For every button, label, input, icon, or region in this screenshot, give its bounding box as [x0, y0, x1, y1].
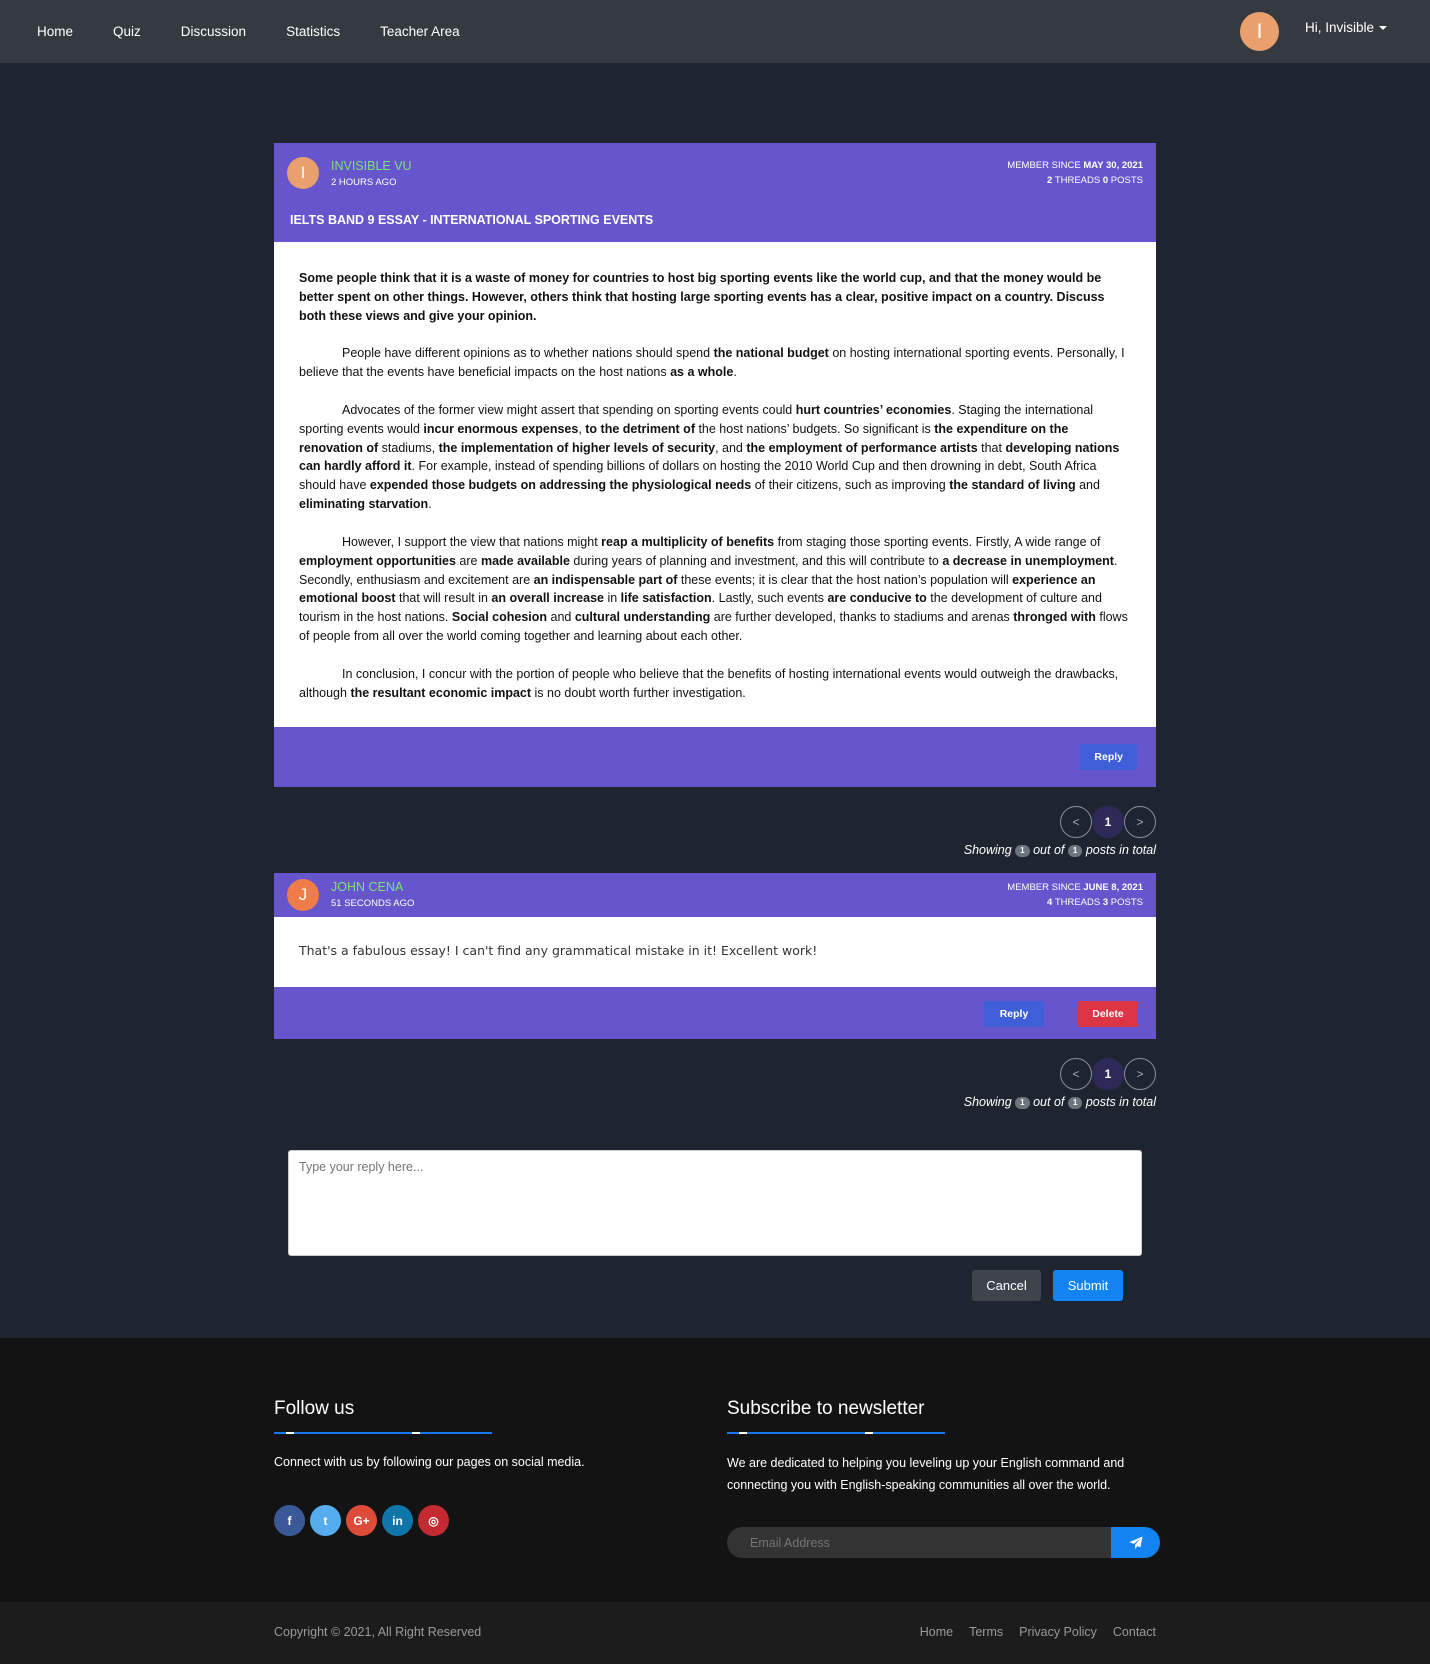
email-input[interactable]	[727, 1527, 1115, 1558]
newsletter-text: We are dedicated to helping you leveling…	[727, 1456, 1125, 1492]
showing-label: Showing	[963, 1095, 1012, 1109]
comment-text: That's a fabulous essay! I can't find an…	[299, 943, 818, 958]
current-page[interactable]: 1	[1092, 806, 1124, 838]
author-stats: MEMBER SINCE JUNE 8, 2021 4 THREADS 3 PO…	[1007, 880, 1143, 910]
footer-link-terms[interactable]: Terms	[969, 1625, 1003, 1639]
comment-card: J JOHN CENA 51 SECONDS AGO MEMBER SINCE …	[274, 873, 1156, 1039]
user-avatar[interactable]: I	[1240, 12, 1279, 51]
current-page[interactable]: 1	[1092, 1058, 1124, 1090]
comment-footer: Reply Delete	[274, 987, 1156, 1039]
member-since-label: MEMBER SINCE	[1007, 160, 1081, 171]
reply-button[interactable]: Reply	[984, 1001, 1044, 1027]
newsletter-title: Subscribe to newsletter	[727, 1398, 925, 1419]
threads-count: 2	[1047, 175, 1053, 186]
reply-button[interactable]: Reply	[1080, 744, 1137, 770]
user-menu-toggle[interactable]: Hi, Invisible	[1305, 20, 1388, 35]
essay-paragraph: In conclusion, I concur with the portion…	[299, 666, 1119, 700]
linkedin-icon[interactable]: in	[382, 1505, 413, 1536]
threads-label: THREADS	[1054, 897, 1101, 908]
thread-footer: Reply	[274, 727, 1156, 787]
essay-prompt: Some people think that it is a waste of …	[299, 271, 1105, 323]
twitter-icon[interactable]: t	[310, 1505, 341, 1536]
newsletter-form	[727, 1527, 1160, 1558]
pagination: < 1 >	[1060, 1058, 1156, 1090]
threads-count: 4	[1047, 897, 1053, 908]
comment-header: J JOHN CENA 51 SECONDS AGO MEMBER SINCE …	[274, 873, 1156, 917]
shown-count-badge: 1	[1015, 1096, 1030, 1109]
footer-link-contact[interactable]: Contact	[1113, 1625, 1156, 1639]
member-since-date: MAY 30, 2021	[1083, 160, 1143, 171]
follow-text: Connect with us by following our pages o…	[274, 1455, 585, 1469]
thread-header: I INVISIBLE VU 2 HOURS AGO MEMBER SINCE …	[274, 143, 1156, 198]
author-avatar[interactable]: J	[287, 879, 319, 911]
threads-label: THREADS	[1054, 175, 1101, 186]
footer-links: Home Terms Privacy Policy Contact	[904, 1625, 1156, 1639]
essay-paragraph: People have different opinions as to whe…	[299, 346, 1125, 380]
posts-summary: Showing 1 out of 1 posts in total	[964, 843, 1156, 857]
author-avatar[interactable]: I	[287, 157, 319, 189]
post-time: 2 HOURS AGO	[331, 177, 397, 188]
author-name[interactable]: JOHN CENA	[331, 880, 403, 894]
prev-page-button[interactable]: <	[1060, 1058, 1092, 1090]
paper-plane-icon	[1128, 1535, 1143, 1549]
social-links: f t G+ in ◎	[274, 1505, 454, 1536]
author-name[interactable]: INVISIBLE VU	[331, 159, 412, 173]
nav-discussion[interactable]: Discussion	[161, 24, 266, 39]
out-of-label: out of	[1033, 1095, 1065, 1109]
follow-title: Follow us	[274, 1398, 355, 1419]
prev-page-button[interactable]: <	[1060, 806, 1092, 838]
copyright: Copyright © 2021, All Right Reserved	[274, 1625, 482, 1639]
member-since-date: JUNE 8, 2021	[1083, 882, 1143, 893]
instagram-icon[interactable]: ◎	[418, 1505, 449, 1536]
facebook-icon[interactable]: f	[274, 1505, 305, 1536]
posts-total-label: posts in total	[1085, 1095, 1156, 1109]
nav-statistics[interactable]: Statistics	[266, 24, 360, 39]
footer-link-home[interactable]: Home	[920, 1625, 953, 1639]
thread-title: IELTS BAND 9 ESSAY - INTERNATIONAL SPORT…	[274, 198, 1156, 242]
nav-quiz[interactable]: Quiz	[93, 24, 161, 39]
nav-teacher-area[interactable]: Teacher Area	[360, 24, 480, 39]
posts-count: 0	[1102, 175, 1109, 186]
total-count-badge: 1	[1067, 844, 1083, 857]
next-page-button[interactable]: >	[1124, 806, 1156, 838]
cancel-button[interactable]: Cancel	[972, 1270, 1041, 1301]
out-of-label: out of	[1033, 843, 1065, 857]
posts-label: POSTS	[1110, 897, 1143, 908]
shown-count-badge: 1	[1015, 844, 1030, 857]
footer	[0, 1338, 1430, 1602]
post-time: 51 SECONDS AGO	[331, 898, 415, 909]
thread-card: I INVISIBLE VU 2 HOURS AGO MEMBER SINCE …	[274, 143, 1156, 787]
total-count-badge: 1	[1067, 1096, 1083, 1109]
essay-paragraph: Advocates of the former view might asser…	[299, 402, 1120, 512]
send-button[interactable]	[1111, 1527, 1160, 1558]
thread-body: Some people think that it is a waste of …	[274, 242, 1156, 727]
top-navbar: Home Quiz Discussion Statistics Teacher …	[0, 0, 1430, 63]
newsletter-underline	[727, 1432, 945, 1434]
author-stats: MEMBER SINCE MAY 30, 2021 2 THREADS 0 PO…	[1007, 158, 1143, 188]
next-page-button[interactable]: >	[1124, 1058, 1156, 1090]
nav-links: Home Quiz Discussion Statistics Teacher …	[17, 0, 480, 63]
footer-link-privacy-policy[interactable]: Privacy Policy	[1019, 1625, 1097, 1639]
posts-total-label: posts in total	[1085, 843, 1156, 857]
user-greeting: Hi, Invisible	[1305, 20, 1375, 35]
reply-textarea[interactable]	[288, 1150, 1142, 1256]
google-plus-icon[interactable]: G+	[346, 1505, 377, 1536]
submit-button[interactable]: Submit	[1053, 1270, 1123, 1301]
caret-down-icon	[1379, 26, 1388, 31]
showing-label: Showing	[963, 843, 1012, 857]
essay-paragraph: However, I support the view that nations…	[299, 534, 1128, 644]
subfooter	[0, 1602, 1430, 1664]
posts-count: 3	[1102, 897, 1109, 908]
nav-home[interactable]: Home	[17, 24, 93, 39]
delete-button[interactable]: Delete	[1078, 1001, 1138, 1027]
follow-underline	[274, 1432, 492, 1434]
pagination: < 1 >	[1060, 806, 1156, 838]
posts-label: POSTS	[1110, 175, 1143, 186]
member-since-label: MEMBER SINCE	[1007, 882, 1081, 893]
posts-summary: Showing 1 out of 1 posts in total	[964, 1095, 1156, 1109]
